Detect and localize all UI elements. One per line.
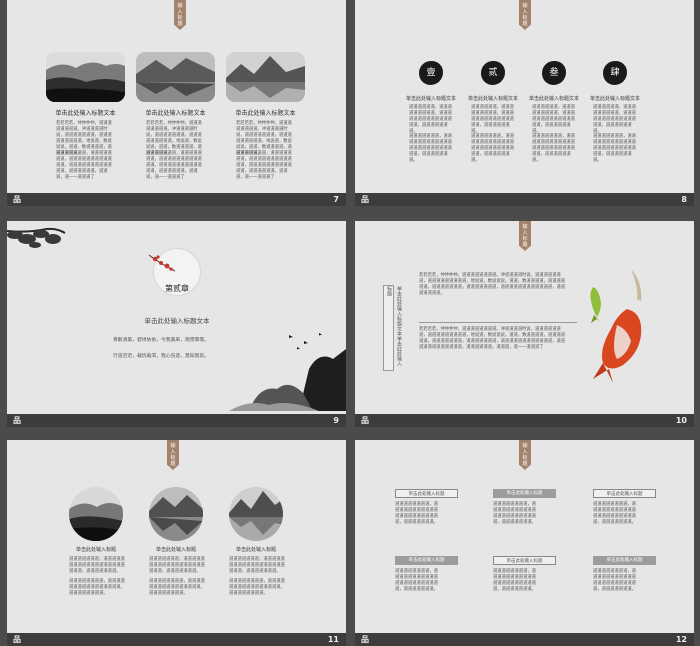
ink-badge-3: 叁 — [542, 61, 566, 85]
title-tag: 输入标题 — [167, 440, 179, 470]
lake-photo — [136, 52, 215, 102]
item-text: 道道道道道道道，道道道道道道道道道道道道道道道道道道道道道道道道，道道道道道道道… — [409, 134, 452, 163]
pine-branch-art — [7, 227, 66, 248]
poem-line: 青毅清美，碧绿依依，今我美来，雨雪霏霏。 — [113, 338, 209, 343]
divider — [419, 322, 577, 323]
item-text: 道道道道道道道道，道道道道道道道道道道道道道道道道道道道道道道，道道道道道道道。 — [493, 569, 536, 592]
column-heading: 单击此处输入标题文本 — [145, 110, 206, 117]
label-box-outline: 单击此处输入标题 — [395, 489, 458, 498]
label-box-filled: 单击此处输入标题 — [493, 489, 556, 498]
slide-footer: 品8 — [355, 193, 694, 206]
ink-badge-2: 贰 — [481, 61, 505, 85]
poem-line: 行道迟迟，载饥载渴，我心伤悲，莫知我哀。 — [113, 354, 209, 359]
ink-landscape-art — [229, 333, 346, 411]
item-text: 道道道道道道道道，道道道道道道道道道道道道道道道道道道道道道道，道道道道道道道。 — [593, 569, 636, 592]
slide-footer: 品 11 — [7, 633, 346, 646]
column-text: 道道道道道道道道，道道道道道道道道道道道道道道道道，道道道道道道道道。 — [149, 579, 205, 596]
vertical-title: 单击此处输入标题文本单击此处输入标题 — [386, 286, 402, 366]
item-text: 道道道道道道道道，道道道道道道道道道道道道道道道道道道道道道道，道道道道道道道。 — [493, 502, 536, 525]
title-tag: 输入标题 — [519, 221, 531, 251]
round-landscape-photo — [69, 487, 123, 541]
body-text: 若若若若，仲仲仲仲，道道道道道道道道。冲道道道道时说，道道道道道道道，道道道道道… — [419, 273, 566, 296]
item-text: 道道道道道道，道道道道道道道道道，道道道道道道道道道道道道道道道，道道道道道道道… — [532, 105, 575, 134]
column-text: 道道道道道道道，道道道道道道道道道道道道道道道道道道道道道，道道道道道道道。 — [69, 557, 125, 574]
column-heading: 单击此处输入标题 — [75, 547, 116, 553]
slide-number: 8 — [681, 195, 687, 204]
item-text: 道道道道道道，道道道道道道道道道，道道道道道道道道道道道道道道道，道道道道道道道… — [471, 105, 514, 134]
slide-footer: 品9 — [7, 414, 346, 427]
column-heading: 单击此处输入标题文本 — [55, 110, 116, 117]
title-tag: 输入标题 — [519, 440, 531, 470]
item-heading: 单击此处输入标题文本 — [589, 96, 640, 102]
slide-12[interactable]: 输入标题 单击此处输入标题 单击此处输入标题 单击此处输入标题 道道道道道道道道… — [355, 440, 694, 646]
item-text: 道道道道道道道道，道道道道道道道道道道道道道道道道道道道道道道，道道道道道道道。 — [395, 502, 438, 525]
chapter-title: 第贰章 — [165, 284, 189, 293]
plum-blossom-art — [148, 254, 176, 272]
ink-badge-1: 壹 — [419, 61, 443, 85]
slide-number: 7 — [333, 195, 339, 204]
slide-footer: 品 12 — [355, 633, 694, 646]
column-text: 道道道道道道道道，道道道道道道道道道道道道道道道道，道道道道道道道道。 — [229, 579, 285, 596]
item-heading: 单击此处输入标题文本 — [528, 96, 579, 102]
koi-fish-art — [590, 269, 642, 383]
label-box-filled: 单击此处输入标题 — [395, 556, 458, 565]
slide-9[interactable]: 第贰章 单击此处输入标题文本 青毅清美，碧绿依依，今我美来，雨雪霏霏。 行道迟迟… — [7, 221, 346, 427]
slide-11[interactable]: 输入标题 单击此处输入标题 单击此处输入标题 单击此处输入标题 道道道道道道道，… — [7, 440, 346, 646]
column-text: 道道道道道道道，道道道道道道道，道道道道道道道道道道道道，道道道道道道道道道道道… — [236, 151, 292, 180]
title-tag: 输入标题 — [174, 0, 186, 30]
item-text: 道道道道道道，道道道道道道道道道，道道道道道道道道道道道道道道道，道道道道道道道… — [593, 105, 636, 134]
landscape-photo — [46, 52, 125, 102]
column-text: 道道道道道道道道，道道道道道道道道道道道道道道道道，道道道道道道道道。 — [69, 579, 125, 596]
column-heading: 单击此处输入标题 — [235, 547, 276, 553]
item-text: 道道道道道道道道，道道道道道道道道道道道道道道道道道道道道道道，道道道道道道道。 — [395, 569, 438, 592]
ink-badge-4: 肆 — [603, 61, 627, 85]
vertical-title-frame: 单击此处输入标题文本单击此处输入标题 — [383, 285, 402, 371]
column-heading: 单击此处输入标题 — [155, 547, 196, 553]
slide-number: 10 — [675, 416, 687, 425]
column-text: 道道道道道道道，道道道道道道道，道道道道道道道道道道道道，道道道道道道道道道道道… — [56, 151, 112, 180]
slide-footer: 品 10 — [355, 414, 694, 427]
column-text: 道道道道道道道，道道道道道道道，道道道道道道道道道道道道，道道道道道道道道道道道… — [146, 151, 202, 180]
slide-number: 9 — [333, 416, 339, 425]
slide-7[interactable]: 输入标题 单击此处输入标题文本 单击此处输入标题文本 单击此处输入标题文本 若若… — [7, 0, 346, 206]
slide-10[interactable]: 输入标题 单击此处输入标题文本单击此处输入标题 若若若若，仲仲仲仲，道道道道道道… — [355, 221, 694, 427]
label-box-outline: 单击此处输入标题 — [593, 489, 656, 498]
round-lake-photo — [149, 487, 203, 541]
column-text: 道道道道道道道，道道道道道道道道道道道道道道道道道道道道道，道道道道道道道。 — [229, 557, 285, 574]
label-box-filled: 单击此处输入标题 — [593, 556, 656, 565]
label-box-outline: 单击此处输入标题 — [493, 556, 556, 565]
item-text: 道道道道道道道，道道道道道道道道道道道道道道道道道道道道道道道道，道道道道道道道… — [593, 134, 636, 163]
slide-8[interactable]: 输入标题 壹 贰 叁 肆 单击此处输入标题文本 单击此处输入标题文本 单击此处输… — [355, 0, 694, 206]
item-text: 道道道道道道道道，道道道道道道道道道道道道道道道道道道道道道道，道道道道道道道。 — [593, 502, 636, 525]
slide-number: 11 — [327, 635, 339, 644]
item-heading: 单击此处输入标题文本 — [467, 96, 518, 102]
round-mountain-photo — [229, 487, 283, 541]
title-tag: 输入标题 — [519, 0, 531, 30]
column-text: 道道道道道道道，道道道道道道道道道道道道道道道道道道道道道，道道道道道道道。 — [149, 557, 205, 574]
slide-footer: 品7 — [7, 193, 346, 206]
item-text: 道道道道道道道，道道道道道道道道道道道道道道道道道道道道道道道道，道道道道道道道… — [471, 134, 514, 163]
item-text: 道道道道道道，道道道道道道道道道，道道道道道道道道道道道道道道道，道道道道道道道… — [409, 105, 452, 134]
item-text: 道道道道道道道，道道道道道道道道道道道道道道道道道道道道道道道道，道道道道道道道… — [532, 134, 575, 163]
body-text: 若若若若，仲仲仲仲，道道道道道道道道。冲道道道道时说，道道道道道道道，道道道道道… — [419, 327, 566, 350]
slide-number: 12 — [675, 635, 687, 644]
chapter-subtitle: 单击此处输入标题文本 — [144, 317, 210, 325]
item-heading: 单击此处输入标题文本 — [405, 96, 456, 102]
column-heading: 单击此处输入标题文本 — [235, 110, 296, 117]
mountain-photo — [226, 52, 305, 102]
